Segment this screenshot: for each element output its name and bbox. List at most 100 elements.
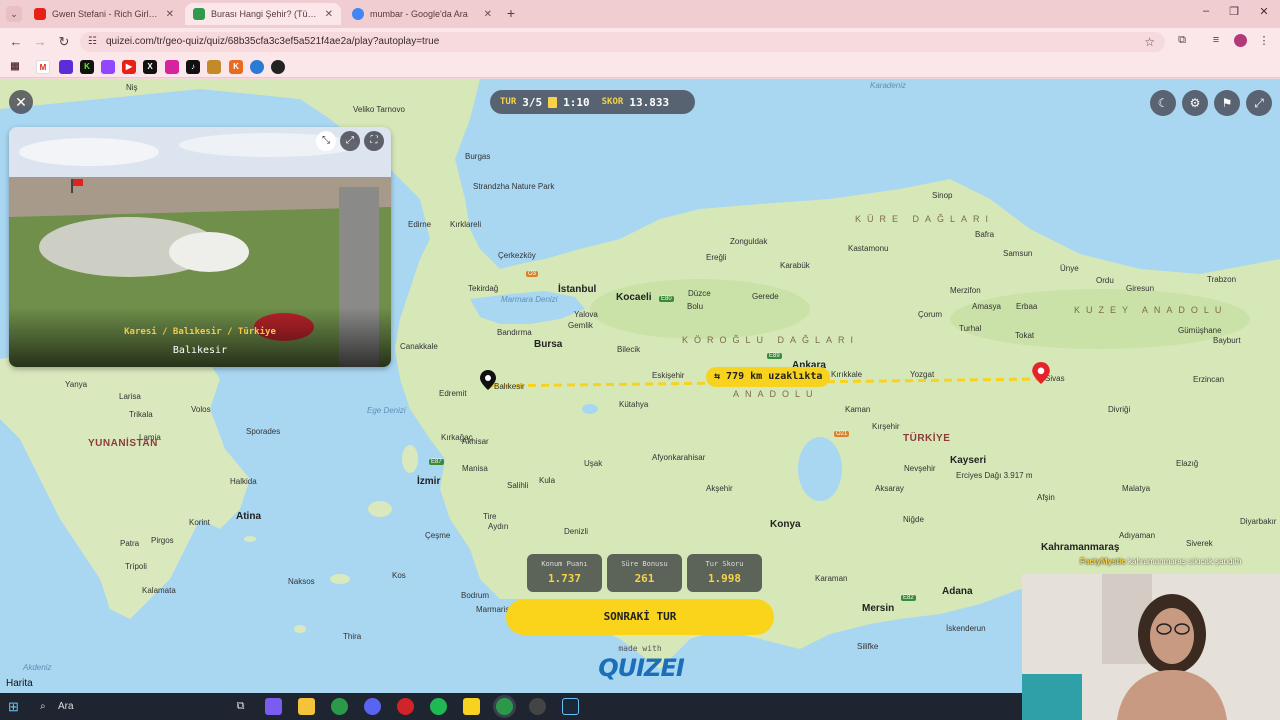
map-label: Halkida	[230, 477, 257, 486]
tiktok-icon[interactable]: ♪	[186, 60, 200, 74]
map-label: Erbaa	[1016, 302, 1038, 311]
bookmark-icon[interactable]: K	[229, 60, 243, 74]
round-value: 3/5	[522, 95, 543, 109]
map-label: Erciyes Dağı 3.917 m	[956, 471, 1033, 480]
obs-icon[interactable]	[529, 698, 546, 715]
tab-strip: ⌄ Gwen Stefani - Rich Girl (Offici... ✕ …	[0, 0, 1280, 28]
map-attribution[interactable]: Harita	[6, 678, 33, 689]
map-label: Adana	[942, 586, 973, 597]
map-label: Düzce	[688, 289, 711, 298]
x-icon[interactable]: X	[143, 60, 157, 74]
youtube-bookmark-icon[interactable]: ▶	[122, 60, 136, 74]
site-info-icon[interactable]: ☷	[88, 32, 97, 52]
discord-icon[interactable]	[364, 698, 381, 715]
expand-icon[interactable]: ⤢	[340, 131, 360, 151]
location-score-card: Konum Puanı 1.737	[527, 554, 602, 592]
map-label: Kaman	[845, 405, 871, 414]
window-close-icon[interactable]: ✕	[1254, 5, 1274, 18]
map-label: Manisa	[462, 464, 488, 473]
chrome-active-icon[interactable]	[496, 698, 513, 715]
map-label: Balıkesir	[494, 382, 525, 391]
extensions-icon[interactable]: ⧉	[1174, 34, 1190, 47]
close-quiz-button[interactable]: ✕	[9, 90, 33, 114]
fullscreen-button[interactable]: ⤢	[1246, 90, 1272, 116]
tab-google[interactable]: mumbar - Google'da Ara ✕	[344, 3, 500, 25]
tab-title: Burası Hangi Şehir? (Türkiye) - ...	[211, 9, 319, 19]
map-label: Naksos	[288, 577, 315, 586]
score-title: Tur Skoru	[705, 560, 744, 568]
map-label: Kocaeli	[616, 292, 652, 303]
reload-icon[interactable]: ↻	[56, 34, 72, 50]
map-label: Gemlik	[568, 321, 593, 330]
taskbar-search[interactable]: ⌕ Ara	[34, 696, 224, 717]
file-explorer-icon[interactable]	[298, 698, 315, 715]
profile-avatar[interactable]	[1232, 34, 1248, 50]
timer-value: 1:10	[563, 95, 590, 109]
close-tab-icon[interactable]: ✕	[325, 9, 333, 20]
chat-message: kahramanmaraş sıkıcak şandıth	[1128, 557, 1242, 566]
map-label: İstanbul	[558, 284, 597, 295]
twitch-icon[interactable]	[101, 60, 115, 74]
road-shield: E89	[767, 353, 782, 359]
settings-button[interactable]: ⚙	[1182, 90, 1208, 116]
chrome-icon[interactable]	[331, 698, 348, 715]
url-field[interactable]: ☷ quizei.com/tr/geo-quiz/quiz/68b35cfa3c…	[80, 32, 1165, 52]
bookmark-icon[interactable]	[59, 60, 73, 74]
media-icon[interactable]: ≡	[1208, 34, 1224, 46]
map-label: Kalamata	[142, 586, 176, 595]
map-label: Ege Denizi	[367, 406, 406, 415]
close-tab-icon[interactable]: ✕	[166, 9, 174, 20]
sticky-notes-icon[interactable]	[463, 698, 480, 715]
map-label: Çeşme	[425, 531, 451, 540]
start-icon[interactable]: ⊞	[8, 698, 25, 715]
new-tab-button[interactable]: +	[503, 6, 519, 22]
close-tab-icon[interactable]: ✕	[484, 9, 492, 20]
bookmark-icon[interactable]	[271, 60, 285, 74]
report-flag-button[interactable]: ⚑	[1214, 90, 1240, 116]
copilot-icon[interactable]	[265, 698, 282, 715]
restore-icon[interactable]: ❐	[1224, 5, 1244, 18]
chat-username: FactyMystic	[1080, 557, 1126, 566]
spotify-icon[interactable]	[430, 698, 447, 715]
bookmark-icon[interactable]	[207, 60, 221, 74]
map-label: Konya	[770, 519, 801, 530]
map-label: Bafra	[975, 230, 995, 239]
steam-icon[interactable]	[562, 698, 579, 715]
tab-youtube[interactable]: Gwen Stefani - Rich Girl (Offici... ✕	[26, 3, 182, 25]
minimize-icon[interactable]: –	[1196, 5, 1216, 17]
map-label: Larisa	[119, 392, 141, 401]
map-label: Çerkezköy	[498, 251, 536, 260]
map-label: Mersin	[862, 603, 895, 614]
instagram-icon[interactable]	[165, 60, 179, 74]
forward-icon[interactable]: →	[32, 34, 48, 49]
url-text: quizei.com/tr/geo-quiz/quiz/68b35cfa3c3e…	[106, 36, 440, 47]
map-label: KÖROĞLU DAĞLARI	[682, 335, 860, 345]
search-icon: ⌕	[40, 701, 46, 712]
task-view-icon[interactable]: ⧉	[232, 698, 249, 715]
windows-taskbar: ⊞ ⌕ Ara ⧉	[0, 693, 1022, 720]
opera-icon[interactable]	[397, 698, 414, 715]
map-label: Sinop	[932, 191, 953, 200]
stream-chat-overlay: FactyMystic kahramanmaraş sıkıcak şandıt…	[1080, 557, 1241, 566]
quizei-logo[interactable]: QUIZEI	[598, 654, 685, 684]
bookmark-icon[interactable]	[250, 60, 264, 74]
tab-quizei[interactable]: Burası Hangi Şehir? (Türkiye) - ... ✕	[185, 3, 341, 25]
shrink-icon[interactable]: ⤡	[316, 131, 336, 151]
apps-grid-icon[interactable]: ▦	[8, 60, 22, 74]
map-label: Edirne	[408, 220, 432, 229]
back-icon[interactable]: ←	[8, 34, 24, 49]
map-label: Volos	[191, 405, 211, 414]
map-label: Atina	[236, 511, 261, 522]
menu-icon[interactable]: ⋮	[1256, 34, 1272, 47]
next-round-button[interactable]: SONRAKİ TUR	[506, 599, 774, 635]
bookmark-star-icon[interactable]: ☆	[1144, 32, 1155, 52]
score-value: 1.737	[547, 572, 582, 585]
gmail-icon[interactable]: M	[36, 60, 50, 74]
tab-search-button[interactable]: ⌄	[6, 6, 22, 22]
kick-icon[interactable]: K	[80, 60, 94, 74]
map-label: Samsun	[1003, 249, 1033, 258]
map-label: ANADOLU	[733, 389, 819, 399]
dark-mode-button[interactable]: ☾	[1150, 90, 1176, 116]
map-label: Kütahya	[619, 400, 649, 409]
fullscreen-photo-icon[interactable]: ⛶	[364, 131, 384, 151]
